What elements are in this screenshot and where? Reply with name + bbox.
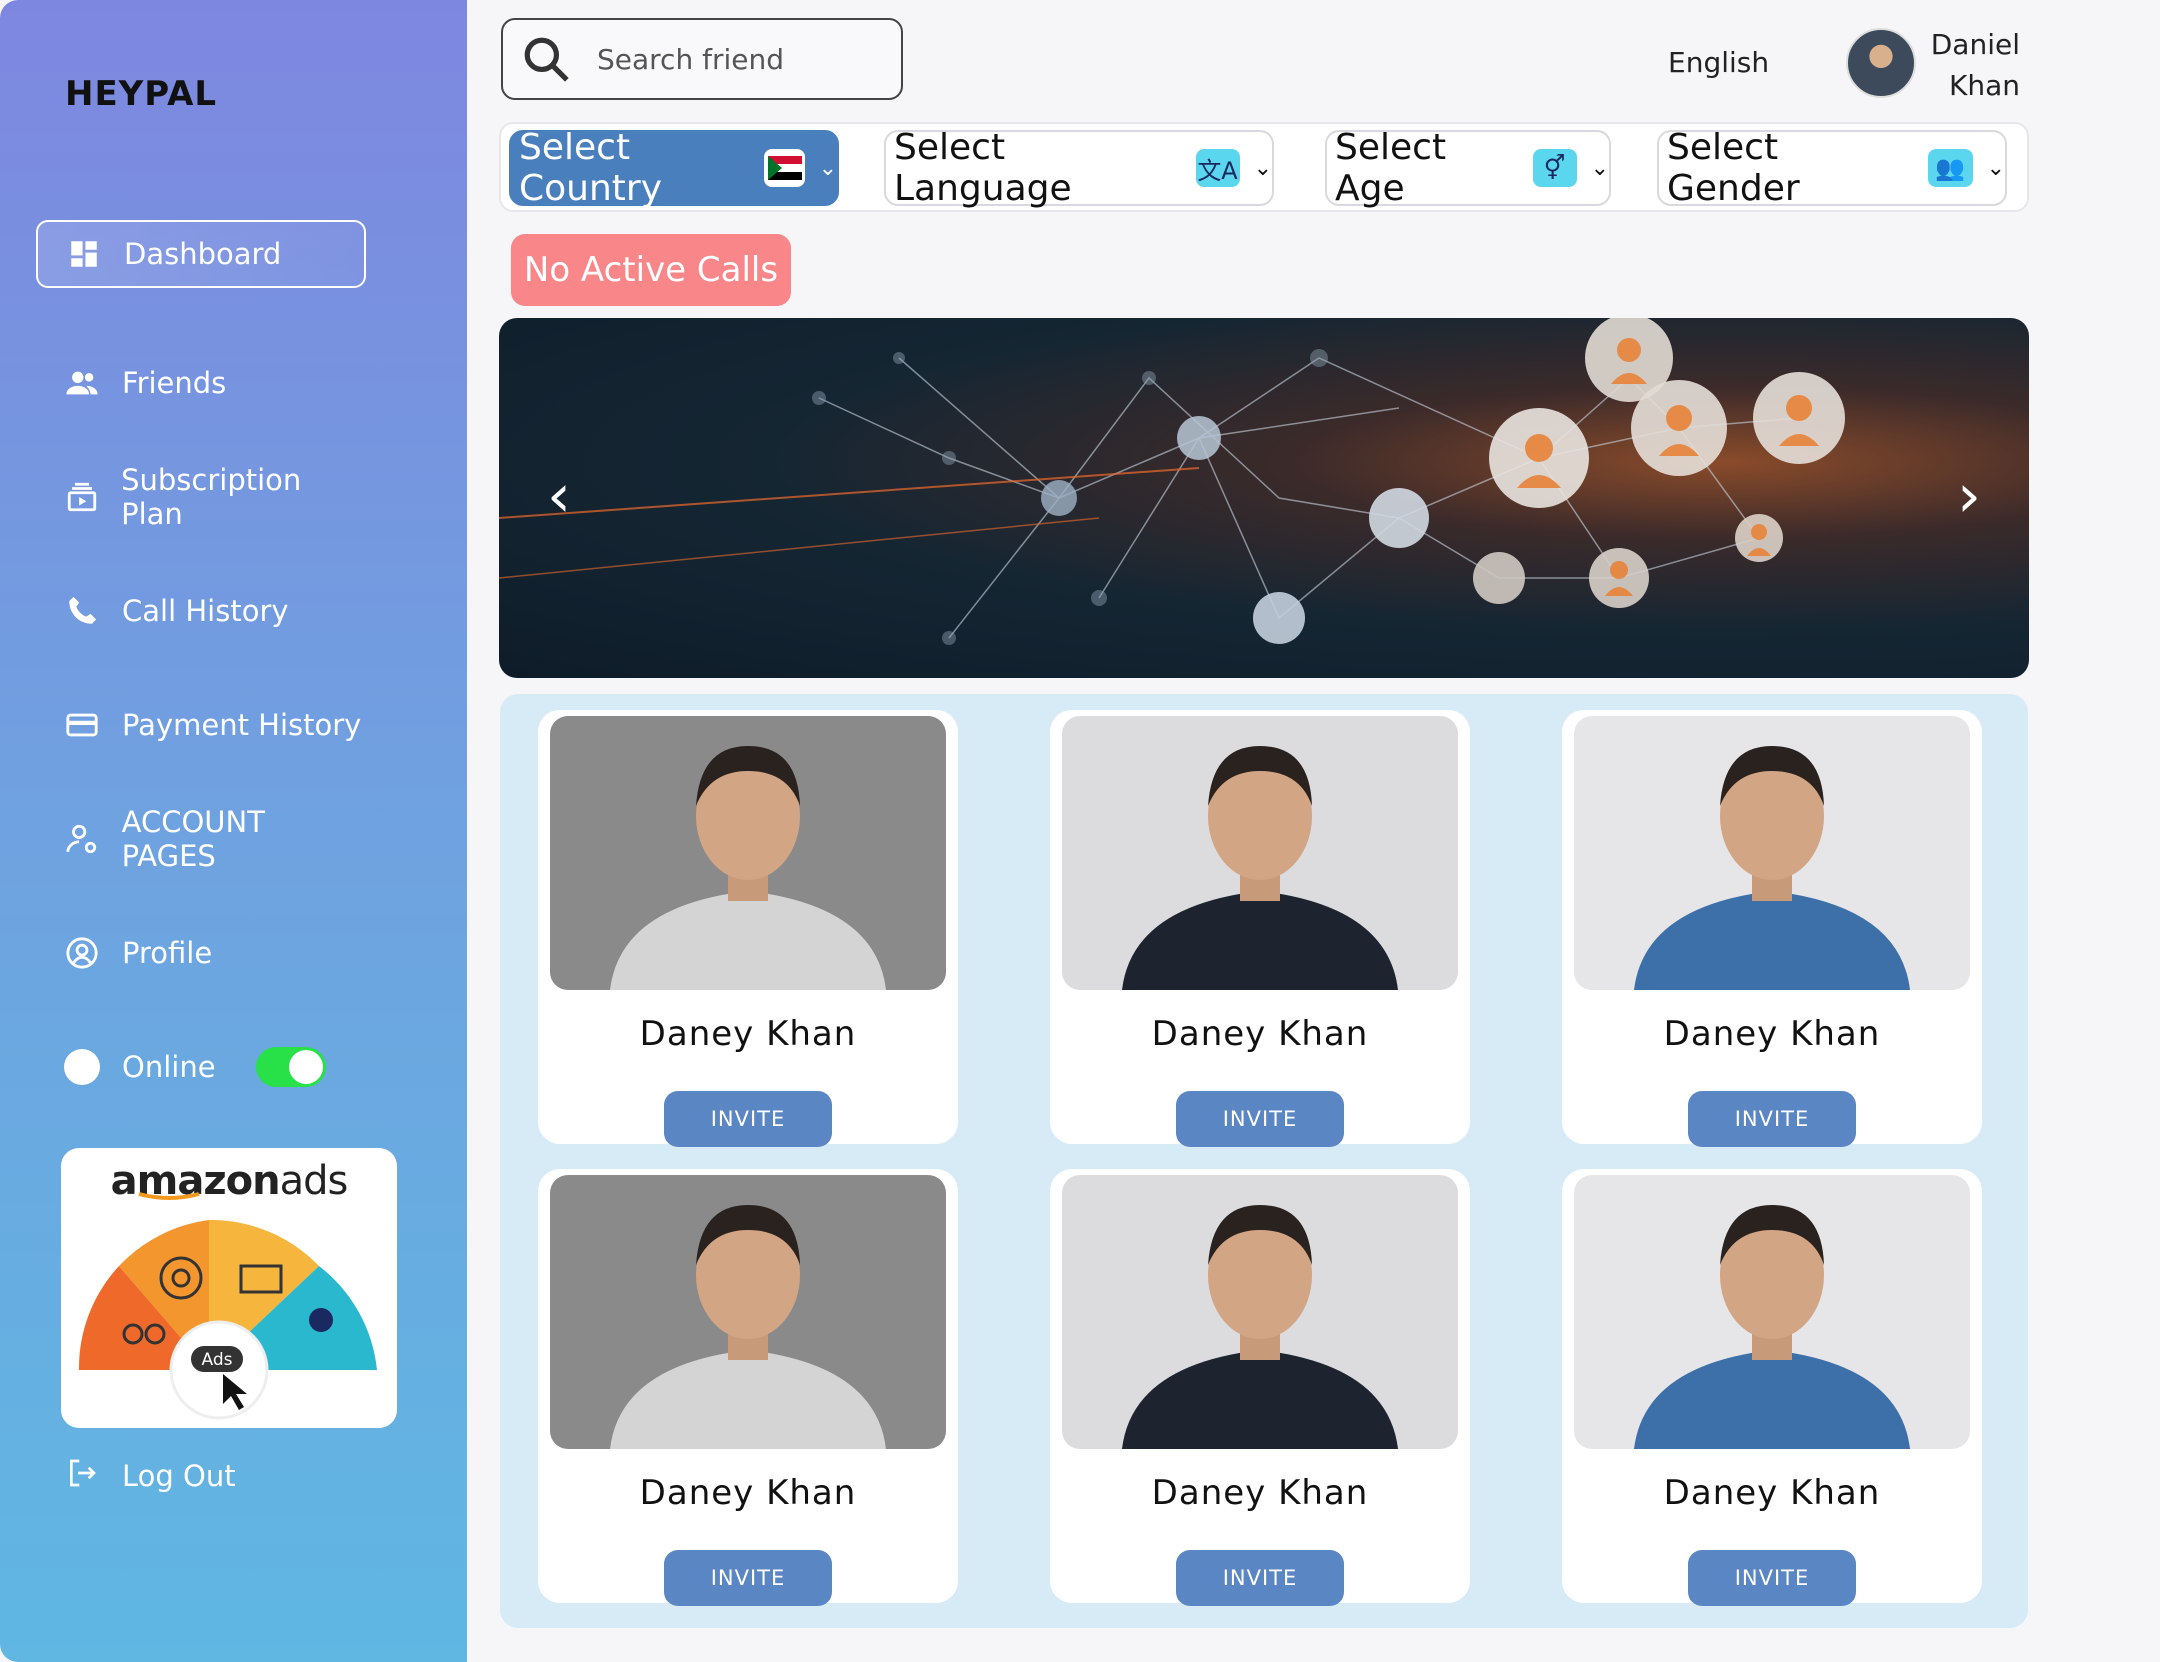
- chevron-down-icon: ⌄: [1986, 155, 2005, 181]
- dashboard-icon: [66, 236, 102, 272]
- flag-icon: [764, 149, 805, 187]
- status-dot: [64, 1049, 100, 1085]
- friend-card: Daney Khan INVITE: [1050, 1169, 1470, 1606]
- sidebar-item-subscription[interactable]: Subscription Plan: [36, 463, 366, 531]
- friend-card: Daney Khan INVITE: [1562, 1169, 1982, 1606]
- toggle-knob: [288, 1050, 323, 1084]
- filter-bar: Select Country ⌄ Select Language 文A ⌄ Se…: [499, 122, 2029, 212]
- friend-photo: [1062, 1175, 1458, 1449]
- sidebar-item-label: Subscription Plan: [121, 463, 302, 531]
- friend-photo: [550, 1175, 946, 1449]
- card-icon: [64, 707, 100, 743]
- sidebar-item-payment-history[interactable]: Payment History: [36, 691, 366, 759]
- search-box[interactable]: [501, 18, 903, 100]
- sidebar-item-label: Dashboard: [124, 237, 282, 271]
- people-icon: 👥: [1928, 149, 1973, 187]
- sidebar-item-label: Call History: [122, 594, 289, 628]
- friend-card: Daney Khan INVITE: [538, 1169, 958, 1606]
- avatar[interactable]: [1846, 28, 1916, 98]
- logout-label: Log Out: [122, 1459, 236, 1493]
- friend-photo: [550, 716, 946, 990]
- friend-name: Daney Khan: [639, 1473, 857, 1513]
- friend-name: Daney Khan: [639, 1014, 857, 1054]
- invite-button[interactable]: INVITE: [1176, 1091, 1344, 1147]
- invite-button[interactable]: INVITE: [664, 1550, 832, 1606]
- carousel-next-arrow[interactable]: ›: [1939, 466, 1999, 526]
- language-selector[interactable]: English: [1668, 46, 1769, 79]
- friend-photo: [1062, 716, 1458, 990]
- invite-button[interactable]: INVITE: [1688, 1550, 1856, 1606]
- friend-card: Daney Khan INVITE: [538, 710, 958, 1147]
- sidebar-item-label: Friends: [122, 366, 227, 400]
- user-name[interactable]: Daniel Khan: [1924, 24, 2020, 106]
- friend-name: Daney Khan: [1663, 1014, 1881, 1054]
- invite-button[interactable]: INVITE: [1688, 1091, 1856, 1147]
- app-logo: HEYPAL: [65, 74, 218, 114]
- active-calls-badge: No Active Calls: [511, 234, 791, 306]
- search-icon: [524, 37, 569, 82]
- user-settings-icon: [64, 821, 100, 857]
- phone-icon: [64, 593, 100, 629]
- friend-name: Daney Khan: [1663, 1473, 1881, 1513]
- online-status-row: Online: [36, 1033, 366, 1101]
- gender-symbol-icon: ⚥: [1532, 149, 1577, 187]
- sidebar-item-label: Profile: [122, 936, 213, 970]
- svg-text:Ads: Ads: [202, 1350, 233, 1370]
- friend-card: Daney Khan INVITE: [1562, 710, 1982, 1147]
- logout-button[interactable]: Log Out: [36, 1442, 236, 1510]
- network-graphic: [499, 318, 1845, 645]
- friends-icon: [64, 365, 100, 401]
- language-select[interactable]: Select Language 文A ⌄: [884, 127, 1274, 209]
- ads-gauge-graphic: Ads: [78, 1192, 377, 1420]
- chevron-down-icon: ⌄: [818, 155, 837, 181]
- sidebar-item-account-pages[interactable]: ACCOUNT PAGES: [36, 805, 366, 873]
- chevron-down-icon: ⌄: [1590, 155, 1609, 181]
- sidebar-item-friends[interactable]: Friends: [36, 349, 366, 417]
- online-toggle[interactable]: [255, 1047, 326, 1087]
- friend-photo: [1574, 716, 1970, 990]
- translate-icon: 文A: [1195, 149, 1240, 187]
- friend-photo: [1574, 1175, 1970, 1449]
- friends-grid: Daney Khan INVITE Daney Khan INVITE Daney Kh…: [500, 694, 2028, 1628]
- friend-name: Daney Khan: [1151, 1473, 1369, 1513]
- country-select[interactable]: Select Country ⌄: [509, 127, 839, 209]
- sidebar-item-label: ACCOUNT PAGES: [121, 805, 265, 873]
- gender-select[interactable]: Select Gender 👥 ⌄: [1657, 127, 2007, 209]
- logout-icon: [66, 1457, 98, 1496]
- sidebar-item-label: Payment History: [122, 708, 362, 742]
- subscription-icon: [64, 479, 99, 515]
- friend-name: Daney Khan: [1151, 1014, 1369, 1054]
- search-input[interactable]: [597, 42, 857, 76]
- sidebar: HEYPAL Dashboard Friends Subscription Pl…: [0, 0, 467, 1662]
- sidebar-item-call-history[interactable]: Call History: [36, 577, 366, 645]
- profile-icon: [64, 935, 100, 971]
- sidebar-item-dashboard[interactable]: Dashboard: [36, 220, 366, 288]
- hero-carousel: ‹ ›: [499, 318, 2029, 678]
- invite-button[interactable]: INVITE: [664, 1091, 832, 1147]
- invite-button[interactable]: INVITE: [1176, 1550, 1344, 1606]
- carousel-prev-arrow[interactable]: ‹: [529, 466, 589, 526]
- friend-card: Daney Khan INVITE: [1050, 710, 1470, 1147]
- age-select[interactable]: Select Age ⚥ ⌄: [1325, 127, 1611, 209]
- online-status-label: Online: [122, 1050, 216, 1084]
- amazon-ads-banner[interactable]: amazonads Ads: [61, 1148, 397, 1428]
- chevron-down-icon: ⌄: [1253, 155, 1272, 181]
- sidebar-item-profile[interactable]: Profile: [36, 919, 366, 987]
